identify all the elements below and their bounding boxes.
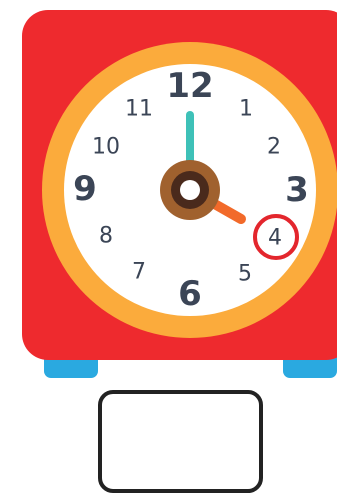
clock-number-12: 12 — [166, 66, 213, 106]
clock-number-1: 1 — [239, 97, 253, 122]
clock-number-4: 4 — [268, 226, 282, 251]
clock-number-5: 5 — [238, 262, 252, 287]
clock-number-10: 10 — [92, 135, 120, 160]
clock-number-11: 11 — [125, 97, 153, 122]
answer-box[interactable] — [98, 390, 263, 493]
clock-number-2: 2 — [267, 135, 281, 160]
clock-number-9: 9 — [73, 169, 97, 209]
clock-number-3: 3 — [285, 170, 309, 210]
clock-number-6: 6 — [178, 274, 202, 314]
hub-center — [180, 180, 200, 200]
clock-number-7: 7 — [132, 260, 146, 285]
clock-number-8: 8 — [99, 224, 113, 249]
